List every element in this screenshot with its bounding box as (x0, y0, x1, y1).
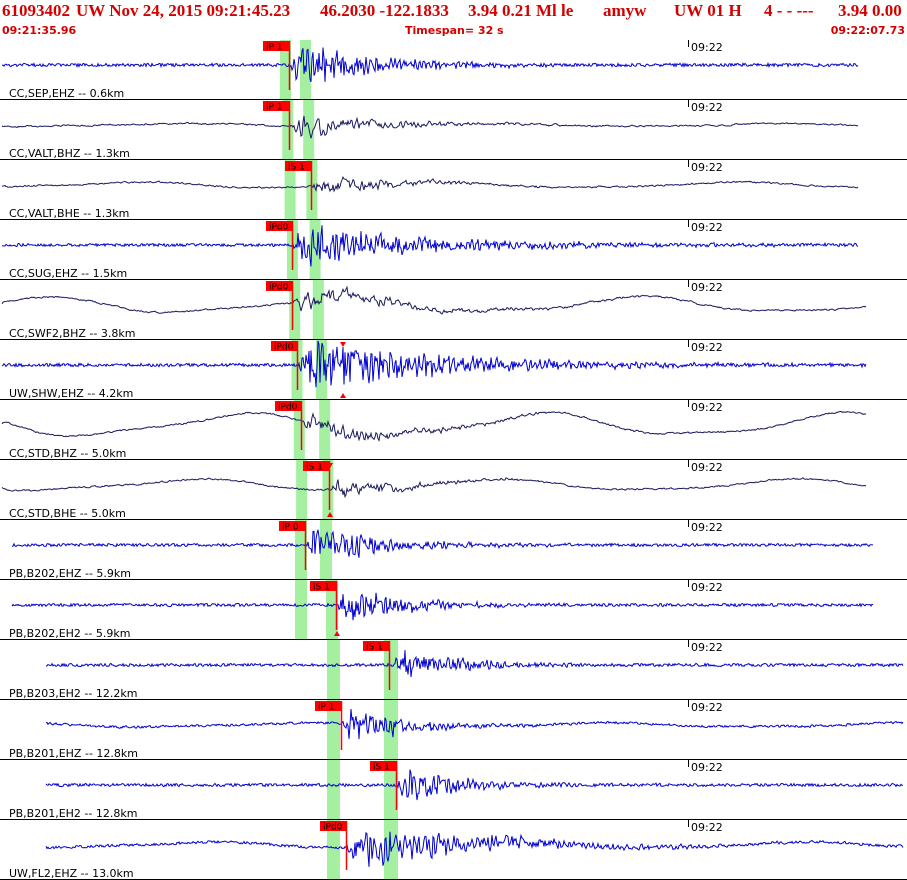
waveform-trace (1, 340, 867, 388)
event-counts: 4 - - --- (764, 1, 814, 20)
time-tick-label: 09:22 (691, 101, 723, 114)
trace-panel[interactable]: iPd0 (0, 280, 907, 340)
waveform-trace (45, 650, 904, 678)
trace-panel[interactable]: iPd0 (0, 400, 907, 460)
time-tick-label: 09:22 (691, 701, 723, 714)
pick-window-band (327, 640, 340, 700)
waveform-trace (45, 709, 904, 740)
waveform-trace (45, 769, 904, 801)
trace-panel[interactable]: iP 0 (0, 520, 907, 580)
event-origin: UW Nov 24, 2015 09:21:45.23 (76, 1, 291, 20)
time-tick-label: 09:22 (691, 341, 723, 354)
waveform-trace (1, 410, 867, 443)
window-end-time: 09:22:07.73 (830, 24, 905, 37)
waveform-trace (1, 285, 867, 315)
station-label: UW,SHW,EHZ -- 4.2km (9, 387, 134, 400)
pick-window-band (295, 580, 307, 640)
pick-window-band (319, 400, 331, 460)
waveform-trace (1, 47, 859, 82)
station-label: CC,STD,BHZ -- 5.0km (9, 447, 127, 460)
trace-panel[interactable]: iS 1 (0, 580, 907, 640)
trace-panel[interactable]: iS 1 (0, 160, 907, 220)
pick-label: iPd0 (274, 343, 294, 353)
pick-label: iS 1 (313, 583, 330, 593)
station-label: PB,B203,EH2 -- 12.2km (9, 687, 138, 700)
trace-panel[interactable]: iPd0 (0, 340, 907, 400)
waveform-trace (45, 831, 904, 867)
time-tick-label: 09:22 (691, 461, 723, 474)
waveform-trace (1, 176, 859, 193)
pick-label: iP 0 (282, 523, 299, 533)
station-label: CC,VALT,BHZ -- 1.3km (9, 147, 130, 160)
pick-label: iPd0 (269, 223, 289, 233)
time-tick-label: 09:22 (691, 41, 723, 54)
trace-panel[interactable]: iPd0 (0, 220, 907, 280)
waveform-trace (1, 477, 867, 499)
pick-label: iS 1 (373, 763, 390, 773)
event-location: 46.2030 -122.1833 (320, 1, 449, 20)
pick-window-band (312, 280, 324, 340)
waveform-trace (1, 115, 859, 139)
amplitude-marker-icon (340, 393, 346, 398)
event-header: 61093402 UW Nov 24, 2015 09:21:45.23 46.… (0, 0, 907, 40)
pick-label: iS 1 (366, 643, 383, 653)
pick-label: iPd0 (269, 283, 289, 293)
pick-label: iS 1 (306, 463, 323, 473)
time-tick-label: 09:22 (691, 401, 723, 414)
time-tick-label: 09:22 (691, 581, 723, 594)
trace-panel[interactable]: iS 1 (0, 460, 907, 520)
station-label: PB,B201,EHZ -- 12.8km (9, 747, 138, 760)
station-label: CC,SWF2,BHZ -- 3.8km (9, 327, 136, 340)
event-id: 61093402 (2, 1, 70, 20)
pick-window-band (384, 700, 398, 760)
station-label: CC,STD,BHE -- 5.0km (9, 507, 126, 520)
window-timespan: Timespan= 32 s (405, 24, 504, 37)
waveform-trace (1, 225, 859, 267)
seismogram-panel-stack[interactable]: iP 1 iP 1 iS 1 iPd0 iPd0 iPd0 iPd0 iS 1 iP 0 iS 1… (0, 40, 907, 880)
event-source: UW 01 H (674, 1, 742, 20)
time-tick-label: 09:22 (691, 281, 723, 294)
station-label: PB,B201,EH2 -- 12.8km (9, 807, 138, 820)
station-label: CC,SUG,EHZ -- 1.5km (9, 267, 128, 280)
event-summary-line: 61093402 UW Nov 24, 2015 09:21:45.23 46.… (2, 1, 907, 23)
amplitude-marker-icon (340, 342, 346, 347)
time-tick-label: 09:22 (691, 821, 723, 834)
station-label: CC,SEP,EHZ -- 0.6km (9, 87, 125, 100)
waveform-trace (12, 529, 874, 558)
pick-label: iPd0 (323, 823, 343, 833)
trace-panel[interactable]: iP 1 (0, 100, 907, 160)
trace-panel[interactable]: iP 1 (0, 40, 907, 100)
trace-panel[interactable]: iPd0 (0, 820, 907, 880)
pick-label: iP 1 (318, 703, 335, 713)
station-label: PB,B202,EH2 -- 5.9km (9, 627, 131, 640)
time-tick-label: 09:22 (691, 641, 723, 654)
event-magnitude: 3.94 0.21 Ml le (468, 1, 574, 20)
station-label: PB,B202,EHZ -- 5.9km (9, 567, 131, 580)
station-label: UW,FL2,EHZ -- 13.0km (9, 867, 134, 880)
time-tick-label: 09:22 (691, 761, 723, 774)
time-tick-label: 09:22 (691, 161, 723, 174)
time-tick-label: 09:22 (691, 221, 723, 234)
event-analyst: amyw (603, 1, 647, 20)
station-label: CC,VALT,BHE -- 1.3km (9, 207, 130, 220)
pick-label: iP 1 (266, 103, 283, 113)
window-start-time: 09:21:35.96 (2, 24, 77, 37)
pick-window-band (327, 760, 340, 820)
waveform-trace (11, 592, 874, 621)
pick-window-band (320, 520, 332, 580)
pick-label: iPd0 (278, 403, 298, 413)
time-tick-label: 09:22 (691, 521, 723, 534)
pick-label: iP 1 (266, 43, 283, 53)
event-mag-tail: 3.94 0.00 (838, 1, 902, 20)
pick-label: iS 1 (288, 163, 305, 173)
